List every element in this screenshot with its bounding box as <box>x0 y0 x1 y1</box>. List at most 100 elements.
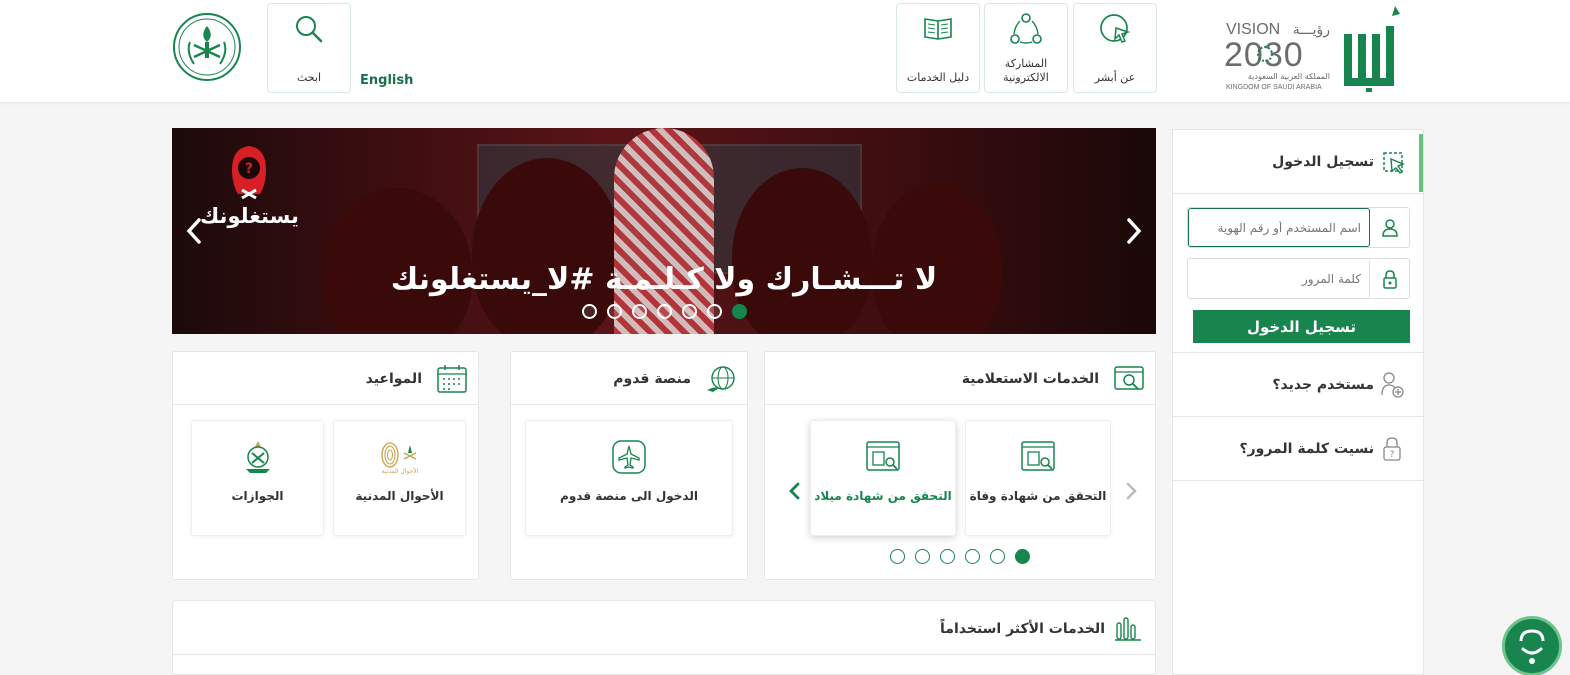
inquiry-dot[interactable] <box>940 549 955 564</box>
new-user-link[interactable]: مستخدم جديد؟ <box>1173 352 1423 416</box>
login-submit-button[interactable]: تسجيل الدخول <box>1193 310 1410 343</box>
add-user-icon <box>1381 372 1404 398</box>
forgot-password-label: نسيت كلمة المرور؟ <box>1239 441 1374 457</box>
inquiry-services-card: الخدمات الاستعلامية التحقق من شهادة وفاة… <box>764 351 1156 580</box>
service-tile-arrival-login[interactable]: الدخول الى منصة قدوم <box>525 420 733 536</box>
arrival-card-header: منصة قدوم <box>511 352 747 405</box>
inquiry-card-header: الخدمات الاستعلامية <box>765 352 1155 405</box>
eparticipation-label-line2: الالكترونية <box>1003 71 1049 84</box>
forgot-password-link[interactable]: ? نسيت كلمة المرور؟ <box>1173 416 1423 480</box>
top-header: ابحث English دليل الخدمات المشاركة الالك… <box>0 0 1570 102</box>
book-icon <box>921 12 955 46</box>
language-switch-link[interactable]: English <box>360 73 413 88</box>
banner-next-arrow[interactable] <box>1122 216 1146 246</box>
calendar-icon <box>437 365 467 393</box>
services-guide-button[interactable]: دليل الخدمات <box>896 3 980 93</box>
banner-dot[interactable] <box>632 304 647 319</box>
passports-label: الجوازات <box>231 489 284 503</box>
bar-chart-icon <box>1115 617 1141 641</box>
eparticipation-label-line1: المشاركة <box>1004 57 1048 70</box>
service-tile-passports[interactable]: الجوازات <box>191 420 324 536</box>
appointments-card: المواعيد الأحوال المدنية الأحوال المدنية… <box>172 351 479 580</box>
banner-dot[interactable] <box>607 304 622 319</box>
most-used-title: الخدمات الأكثر استخداماً <box>940 621 1105 637</box>
network-people-icon <box>1009 12 1043 46</box>
login-title: تسجيل الدخول <box>1272 154 1374 170</box>
banner-slogan: لا تـــشـارك ولا كـلـمـة #لا_يستغلونك <box>390 262 938 297</box>
inquiry-card-title: الخدمات الاستعلامية <box>961 371 1099 387</box>
hooded-figure-icon: ? <box>232 146 266 200</box>
vision-2030-logo: VISION رؤيـــة 2030 المملكة العربية السع… <box>1224 21 1330 91</box>
service-tile-death-certificate[interactable]: التحقق من شهادة وفاة <box>965 420 1111 536</box>
inquiry-dot[interactable] <box>915 549 930 564</box>
inquiry-dot-active[interactable] <box>1015 549 1030 564</box>
chatbot-icon <box>1519 629 1545 664</box>
login-panel: تسجيل الدخول تسجيل الدخول مستخدم جديد؟ ?… <box>1172 129 1424 675</box>
globe-plane-icon <box>707 366 735 392</box>
arrival-login-label: الدخول الى منصة قدوم <box>560 489 698 503</box>
login-header: تسجيل الدخول <box>1173 130 1423 194</box>
lock-question-icon: ? <box>1383 437 1401 461</box>
absher-logo[interactable] <box>1340 4 1404 92</box>
vision-kingdom-ar: المملكة العربية السعودية <box>1248 72 1330 81</box>
search-label: ابحث <box>296 71 322 84</box>
inquiry-next-arrow[interactable] <box>787 480 803 502</box>
service-tile-birth-certificate[interactable]: التحقق من شهادة ميلاد <box>810 420 956 536</box>
inquiry-dot[interactable] <box>890 549 905 564</box>
saudi-emblem-logo[interactable] <box>172 12 242 82</box>
password-input[interactable] <box>1188 259 1370 298</box>
civil-affairs-logo-text: الأحوال المدنية <box>381 467 418 475</box>
services-guide-label: دليل الخدمات <box>906 71 970 84</box>
certificate-search-icon <box>1021 441 1055 471</box>
banner-prev-arrow[interactable] <box>182 216 206 246</box>
search-button[interactable]: ابحث <box>267 3 351 93</box>
banner-dot[interactable] <box>707 304 722 319</box>
most-used-header: الخدمات الأكثر استخداماً <box>173 601 1155 655</box>
service-tile-civil-affairs[interactable]: الأحوال المدنية الأحوال المدنية <box>333 420 466 536</box>
user-icon <box>1370 208 1409 247</box>
new-user-label: مستخدم جديد؟ <box>1272 377 1374 393</box>
chat-pointer-icon <box>1098 12 1132 46</box>
civil-affairs-fingerprint-logo: الأحوال المدنية <box>380 442 418 475</box>
inquiry-dot[interactable] <box>990 549 1005 564</box>
banner-figure-midright <box>732 168 872 334</box>
death-certificate-label: التحقق من شهادة وفاة <box>969 489 1107 503</box>
certificate-search-icon <box>866 441 900 471</box>
banner-pagination <box>582 304 747 319</box>
vision-year: 2030 <box>1224 36 1304 74</box>
inquiry-pagination <box>890 549 1030 564</box>
civil-affairs-label: الأحوال المدنية <box>355 489 444 503</box>
lock-icon <box>1370 259 1409 298</box>
banner-dot-active[interactable] <box>732 304 747 319</box>
svg-text:?: ? <box>1390 450 1395 460</box>
arrival-platform-card: منصة قدوم الدخول الى منصة قدوم <box>510 351 748 580</box>
passports-emblem-logo <box>245 441 270 473</box>
banner-figure-left <box>322 188 472 334</box>
arrival-card-title: منصة قدوم <box>613 371 691 387</box>
search-icon <box>292 12 326 46</box>
inquiry-dot[interactable] <box>965 549 980 564</box>
chatbot-button[interactable] <box>1502 616 1562 675</box>
search-document-icon <box>1114 366 1144 390</box>
sidebar-divider <box>1173 480 1423 481</box>
banner-dot[interactable] <box>657 304 672 319</box>
inquiry-prev-arrow[interactable] <box>1123 480 1139 502</box>
about-absher-label: عن أبشر <box>1094 71 1136 84</box>
eparticipation-button[interactable]: المشاركة الالكترونية <box>984 3 1068 93</box>
banner-dot[interactable] <box>582 304 597 319</box>
password-field <box>1187 258 1410 299</box>
appointments-card-header: المواعيد <box>173 352 478 405</box>
svg-text:?: ? <box>245 161 253 177</box>
airplane-icon <box>612 440 646 474</box>
username-input[interactable] <box>1188 208 1370 247</box>
most-used-services-card: الخدمات الأكثر استخداماً <box>172 600 1156 675</box>
vision-kingdom-en: KINGDOM OF SAUDI ARABIA <box>1226 84 1322 91</box>
banner-dot[interactable] <box>682 304 697 319</box>
appointments-card-title: المواعيد <box>365 371 422 387</box>
username-field <box>1187 207 1410 248</box>
login-cursor-icon <box>1383 152 1405 174</box>
login-active-indicator <box>1419 134 1423 192</box>
about-absher-button[interactable]: عن أبشر <box>1073 3 1157 93</box>
banner-figure-right <box>872 183 1002 334</box>
birth-certificate-label: التحقق من شهادة ميلاد <box>814 489 952 503</box>
